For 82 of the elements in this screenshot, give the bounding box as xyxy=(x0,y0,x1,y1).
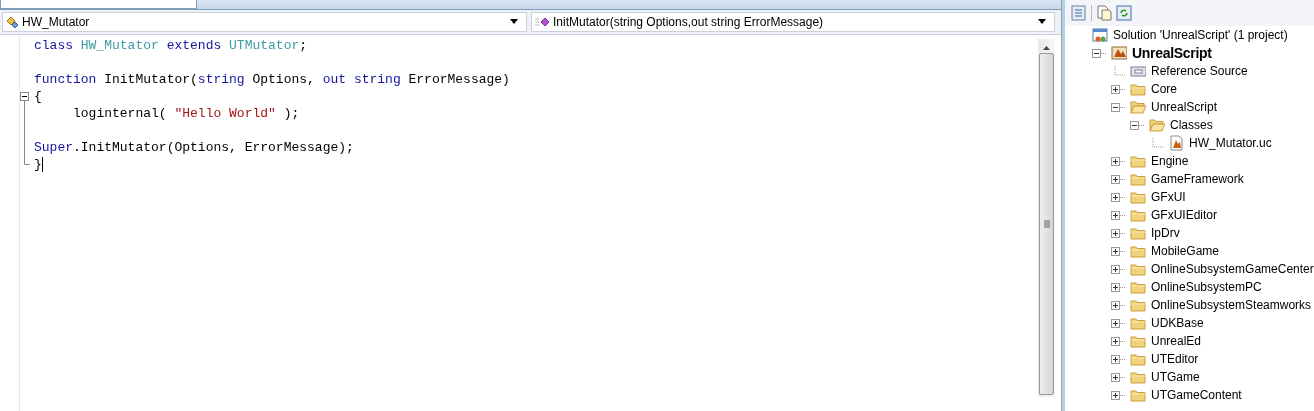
collapse-icon[interactable] xyxy=(1092,48,1107,58)
tree-item[interactable]: GameFramework xyxy=(1149,172,1246,186)
tree-line-icon xyxy=(1149,138,1164,148)
class-icon xyxy=(6,15,19,29)
fold-end-icon xyxy=(24,156,30,165)
expand-icon[interactable] xyxy=(1111,156,1126,166)
grip-icon xyxy=(1042,220,1051,228)
tree-item[interactable]: UDKBase xyxy=(1149,316,1206,330)
tree-line-icon xyxy=(1111,66,1126,76)
dropdown-arrow-icon xyxy=(508,18,520,26)
tree-item[interactable]: Engine xyxy=(1149,154,1191,168)
tree-item[interactable]: UTGameContent xyxy=(1149,388,1244,402)
open-folder-icon xyxy=(1149,117,1165,133)
expand-icon[interactable] xyxy=(1111,192,1126,202)
folder-icon xyxy=(1130,333,1146,349)
expand-icon[interactable] xyxy=(1111,300,1126,310)
tree-item[interactable]: OnlineSubsystemSteamworks xyxy=(1149,298,1314,312)
folder-icon xyxy=(1130,261,1146,277)
tree-item[interactable]: UnrealScript xyxy=(1130,45,1214,61)
expand-icon[interactable] xyxy=(1111,336,1126,346)
tree-item[interactable]: OnlineSubsystemPC xyxy=(1149,280,1264,294)
tree-item[interactable]: Solution 'UnrealScript' (1 project) xyxy=(1111,28,1290,42)
folder-icon xyxy=(1130,387,1146,403)
code-line: function InitMutator(string Options, out string ErrorMessage) xyxy=(34,72,510,87)
expand-icon[interactable] xyxy=(1111,210,1126,220)
folder-icon xyxy=(1130,153,1146,169)
folder-icon xyxy=(1130,189,1146,205)
tree-item[interactable]: IpDrv xyxy=(1149,226,1182,240)
tree-item[interactable]: UnrealEd xyxy=(1149,334,1204,348)
class-dropdown[interactable]: HW_Mutator xyxy=(2,12,527,32)
expand-icon[interactable] xyxy=(1111,228,1126,238)
tree-item[interactable]: GFxUIEditor xyxy=(1149,208,1219,222)
folder-icon xyxy=(1130,243,1146,259)
document-tab[interactable] xyxy=(0,0,197,9)
expand-icon[interactable] xyxy=(1111,246,1126,256)
member-dropdown[interactable]: InitMutator(string Options,out string ErrorMessage) xyxy=(531,12,1055,32)
expand-icon[interactable] xyxy=(1111,84,1126,94)
expand-icon[interactable] xyxy=(1111,174,1126,184)
folder-icon xyxy=(1130,351,1146,367)
code-line: class HW_Mutator extends UTMutator; xyxy=(34,38,308,53)
folder-icon xyxy=(1130,81,1146,97)
script-file-icon xyxy=(1168,135,1184,151)
collapse-icon[interactable] xyxy=(1130,120,1145,130)
tree-item[interactable]: HW_Mutator.uc xyxy=(1187,136,1274,150)
show-files-icon[interactable] xyxy=(1096,5,1112,21)
refresh-icon[interactable] xyxy=(1116,5,1132,21)
code-line: Super.InitMutator(Options, ErrorMessage); xyxy=(34,140,354,155)
folder-icon xyxy=(1130,225,1146,241)
expand-icon[interactable] xyxy=(1111,354,1126,364)
expand-icon[interactable] xyxy=(1111,264,1126,274)
tree-item[interactable]: Classes xyxy=(1168,118,1215,132)
tree-item[interactable]: UnrealScript xyxy=(1149,100,1220,114)
dropdown-arrow-icon xyxy=(1036,18,1048,26)
tree-item[interactable]: UTEditor xyxy=(1149,352,1201,366)
tree-item[interactable]: Core xyxy=(1149,82,1179,96)
folder-icon xyxy=(1130,315,1146,331)
tree-item[interactable]: UTGame xyxy=(1149,370,1202,384)
code-line: { xyxy=(34,89,42,104)
collapse-icon[interactable] xyxy=(1111,102,1126,112)
folder-icon xyxy=(1130,171,1146,187)
scroll-thumb[interactable] xyxy=(1039,53,1054,395)
folder-icon xyxy=(1130,279,1146,295)
reference-icon xyxy=(1130,63,1146,79)
tree-item[interactable]: Reference Source xyxy=(1149,64,1250,78)
vertical-scrollbar[interactable] xyxy=(1038,39,1055,397)
expand-icon[interactable] xyxy=(1111,318,1126,328)
tree-item[interactable]: MobileGame xyxy=(1149,244,1222,258)
scroll-up-icon xyxy=(1042,45,1051,51)
folder-icon xyxy=(1130,297,1146,313)
code-line: loginternal( "Hello World" ); xyxy=(72,106,300,121)
solution-icon xyxy=(1092,27,1108,43)
tree-item[interactable]: GFxUI xyxy=(1149,190,1188,204)
project-icon xyxy=(1111,45,1127,61)
method-icon xyxy=(535,15,550,29)
folder-icon xyxy=(1130,369,1146,385)
code-line: } xyxy=(34,157,42,172)
folder-icon xyxy=(1130,207,1146,223)
tree-item[interactable]: OnlineSubsystemGameCenter xyxy=(1149,262,1314,276)
open-folder-icon xyxy=(1130,99,1146,115)
expand-icon[interactable] xyxy=(1111,282,1126,292)
expand-icon[interactable] xyxy=(1111,390,1126,400)
expand-icon[interactable] xyxy=(1111,372,1126,382)
